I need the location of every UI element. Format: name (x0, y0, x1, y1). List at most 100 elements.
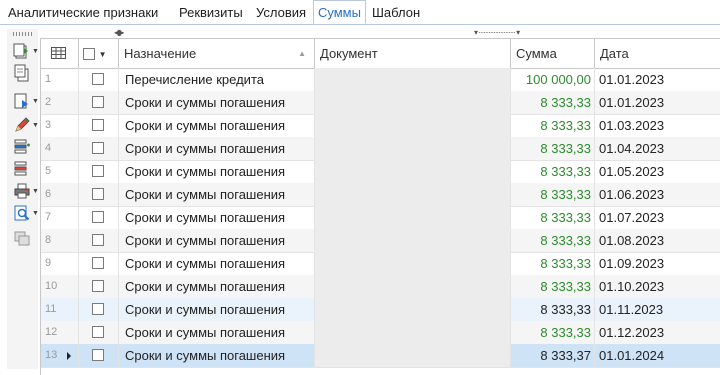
column-chooser-button[interactable] (41, 39, 79, 68)
cell-document[interactable] (315, 68, 511, 91)
cell-sum[interactable]: 8 333,33 (511, 137, 595, 160)
duplicate-button[interactable] (11, 229, 37, 249)
cell-name[interactable]: Сроки и суммы погашения (119, 137, 315, 160)
table-row[interactable]: 2 Сроки и суммы погашения 8 333,33 01.01.20… (41, 91, 720, 115)
cell-sum[interactable]: 8 333,33 (511, 114, 595, 137)
table-row[interactable]: 11 Сроки и суммы погашения 8 333,33 01.11.2… (41, 298, 720, 322)
preview-button[interactable]: ▼ (11, 203, 39, 223)
tab-requisites[interactable]: Реквизиты (175, 2, 247, 23)
row-checkbox[interactable] (92, 188, 104, 200)
cell-name[interactable]: Сроки и суммы погашения (119, 160, 315, 183)
cell-date[interactable]: 01.04.2023 (595, 137, 720, 160)
row-checkbox[interactable] (92, 142, 104, 154)
row-checkbox[interactable] (92, 349, 104, 361)
row-checkbox[interactable] (92, 73, 104, 85)
cell-date[interactable]: 01.11.2023 (595, 298, 720, 321)
add-document-button[interactable]: ▼ (11, 41, 39, 61)
row-checkbox[interactable] (92, 257, 104, 269)
tab-analytic-features[interactable]: Аналитические признаки (4, 2, 162, 23)
row-checkbox[interactable] (92, 234, 104, 246)
cell-name[interactable]: Сроки и суммы погашения (119, 206, 315, 229)
cell-sum[interactable]: 8 333,33 (511, 206, 595, 229)
cell-date[interactable]: 01.01.2024 (595, 344, 720, 367)
cell-date[interactable]: 01.12.2023 (595, 321, 720, 344)
cell-date[interactable]: 01.07.2023 (595, 206, 720, 229)
cell-document[interactable] (315, 344, 511, 367)
column-header-date[interactable]: Дата (595, 39, 720, 68)
cell-sum[interactable]: 100 000,00 (511, 68, 595, 91)
cell-document[interactable] (315, 321, 511, 344)
table-row[interactable]: 5 Сроки и суммы погашения 8 333,33 01.05.20… (41, 160, 720, 184)
column-header-document[interactable]: Документ (315, 39, 511, 68)
table-row[interactable]: 4 Сроки и суммы погашения 8 333,33 01.04.20… (41, 137, 720, 161)
row-checkbox[interactable] (92, 211, 104, 223)
cell-name[interactable]: Сроки и суммы погашения (119, 183, 315, 206)
cell-sum[interactable]: 8 333,33 (511, 229, 595, 252)
cell-date[interactable]: 01.01.2023 (595, 91, 720, 114)
cell-date[interactable]: 01.09.2023 (595, 252, 720, 275)
column-header-sum[interactable]: Сумма (511, 39, 595, 68)
cell-date[interactable]: 01.06.2023 (595, 183, 720, 206)
cell-document[interactable] (315, 275, 511, 298)
row-checkbox[interactable] (92, 303, 104, 315)
cell-date[interactable]: 01.01.2023 (595, 68, 720, 91)
row-checkbox[interactable] (92, 165, 104, 177)
cell-sum[interactable]: 8 333,33 (511, 160, 595, 183)
table-row[interactable]: 7 Сроки и суммы погашения 8 333,33 01.07.20… (41, 206, 720, 230)
table-row[interactable]: 8 Сроки и суммы погашения 8 333,33 01.08.20… (41, 229, 720, 253)
table-row[interactable]: 10 Сроки и суммы погашения 8 333,33 01.10.2… (41, 275, 720, 299)
cell-name[interactable]: Сроки и суммы погашения (119, 252, 315, 275)
table-row[interactable]: 1 Перечисление кредита 100 000,00 01.01.202… (41, 68, 720, 92)
print-button[interactable]: ▼ (11, 181, 39, 201)
splitter-handle-right[interactable]: ▾ ······················ ▾ (474, 28, 520, 37)
document-options-button[interactable]: ▼ (11, 91, 39, 111)
cell-sum[interactable]: 8 333,33 (511, 91, 595, 114)
cell-sum[interactable]: 8 333,37 (511, 344, 595, 367)
tab-template[interactable]: Шаблон (368, 2, 424, 23)
cell-date[interactable]: 01.03.2023 (595, 114, 720, 137)
cell-name[interactable]: Сроки и суммы погашения (119, 275, 315, 298)
cell-document[interactable] (315, 160, 511, 183)
cell-document[interactable] (315, 229, 511, 252)
cell-date[interactable]: 01.08.2023 (595, 229, 720, 252)
cell-document[interactable] (315, 91, 511, 114)
cell-sum[interactable]: 8 333,33 (511, 275, 595, 298)
table-row[interactable]: 9 Сроки и суммы погашения 8 333,33 01.09.20… (41, 252, 720, 276)
cell-name[interactable]: Сроки и суммы погашения (119, 298, 315, 321)
add-row-button[interactable] (11, 137, 37, 157)
row-checkbox[interactable] (92, 280, 104, 292)
row-checkbox[interactable] (92, 96, 104, 108)
cell-document[interactable] (315, 298, 511, 321)
table-row[interactable]: 6 Сроки и суммы погашения 8 333,33 01.06.20… (41, 183, 720, 207)
cell-document[interactable] (315, 252, 511, 275)
table-row[interactable]: 3 Сроки и суммы погашения 8 333,33 01.03.20… (41, 114, 720, 138)
edit-button[interactable]: ▼ (11, 115, 39, 135)
cell-date[interactable]: 01.05.2023 (595, 160, 720, 183)
cell-sum[interactable]: 8 333,33 (511, 252, 595, 275)
cell-sum[interactable]: 8 333,33 (511, 298, 595, 321)
cell-document[interactable] (315, 183, 511, 206)
cell-name[interactable]: Сроки и суммы погашения (119, 229, 315, 252)
tab-conditions[interactable]: Условия (252, 2, 310, 23)
cell-document[interactable] (315, 114, 511, 137)
cell-sum[interactable]: 8 333,33 (511, 183, 595, 206)
splitter-handle-left[interactable]: ◂▮▸ (114, 28, 124, 37)
column-header-name[interactable]: Назначение ▲ (119, 39, 315, 68)
delete-row-button[interactable] (11, 159, 37, 179)
cell-document[interactable] (315, 206, 511, 229)
cell-name[interactable]: Перечисление кредита (119, 68, 315, 91)
cell-sum[interactable]: 8 333,33 (511, 321, 595, 344)
cell-date[interactable]: 01.10.2023 (595, 275, 720, 298)
toolbar-grip[interactable] (13, 32, 33, 36)
row-checkbox[interactable] (92, 326, 104, 338)
tab-sums[interactable]: Суммы (313, 0, 366, 24)
cell-name[interactable]: Сроки и суммы погашения (119, 114, 315, 137)
table-row[interactable]: 12 Сроки и суммы погашения 8 333,33 01.12.2… (41, 321, 720, 345)
copy-document-button[interactable] (11, 63, 37, 83)
select-all-checkbox[interactable]: ▼ (79, 39, 119, 68)
cell-name[interactable]: Сроки и суммы погашения (119, 344, 315, 367)
cell-document[interactable] (315, 137, 511, 160)
row-checkbox[interactable] (92, 119, 104, 131)
cell-name[interactable]: Сроки и суммы погашения (119, 91, 315, 114)
table-row[interactable]: 13 Сроки и суммы погашения 8 333,37 01.01.2… (41, 344, 720, 368)
